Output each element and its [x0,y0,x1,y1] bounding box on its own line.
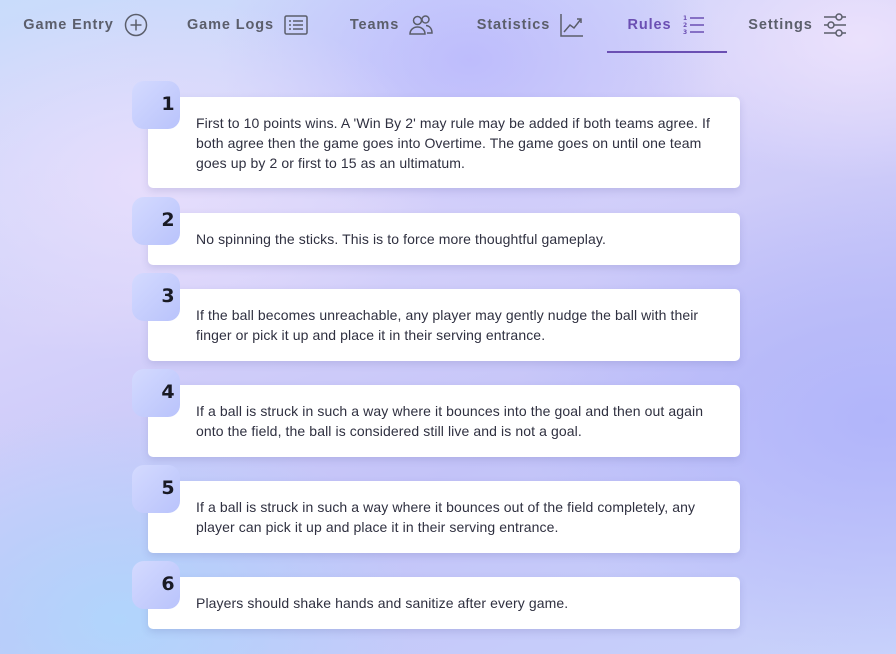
tab-settings[interactable]: Settings [740,0,856,54]
rule-number: 1 [161,93,175,115]
ordered-list-icon: 1 2 3 [681,12,707,38]
rule-text: No spinning the sticks. This is to force… [196,231,606,247]
rule-card: If the ball becomes unreachable, any pla… [148,289,740,361]
chart-line-icon [559,12,585,38]
tab-rules[interactable]: Rules 1 2 3 [607,0,727,54]
list-icon [283,12,309,38]
rule-text: If a ball is struck in such a way where … [196,499,696,535]
rule-text: If a ball is struck in such a way where … [196,403,704,439]
tab-label: Teams [349,17,400,33]
rule-card: Players should shake hands and sanitize … [148,577,740,629]
rule-number: 4 [161,381,175,403]
rule-text: If the ball becomes unreachable, any pla… [196,307,699,343]
rule-card: If a ball is struck in such a way where … [148,481,740,553]
users-icon [408,12,434,38]
plus-circle-icon [123,12,149,38]
rule-number: 5 [161,477,175,499]
tab-game-entry[interactable]: Game Entry [18,0,154,54]
rule-number: 3 [161,285,175,307]
rule-number: 2 [161,209,175,231]
tab-label: Statistics [476,17,551,33]
rule-text: First to 10 points wins. A 'Win By 2' ma… [196,114,710,171]
rule-card: If a ball is struck in such a way where … [148,385,740,457]
sliders-icon [822,12,848,38]
rule-card: No spinning the sticks. This is to force… [148,213,740,265]
tab-label: Game Entry [23,17,114,33]
main-nav: Game Entry Game Logs Teams Statistics Ru… [0,0,896,54]
tab-game-logs[interactable]: Game Logs [182,0,314,54]
tab-label: Settings [748,17,813,33]
tab-label: Game Logs [186,17,275,33]
rule-text: Players should shake hands and sanitize … [196,595,569,611]
svg-text:2: 2 [683,22,688,29]
tab-teams[interactable]: Teams [343,0,441,54]
svg-text:1: 1 [683,15,688,22]
tab-label: Rules [627,17,672,33]
rule-card: First to 10 points wins. A 'Win By 2' ma… [148,97,740,188]
rule-number: 6 [161,573,175,595]
tab-statistics[interactable]: Statistics [470,0,592,54]
svg-text:3: 3 [683,29,688,36]
